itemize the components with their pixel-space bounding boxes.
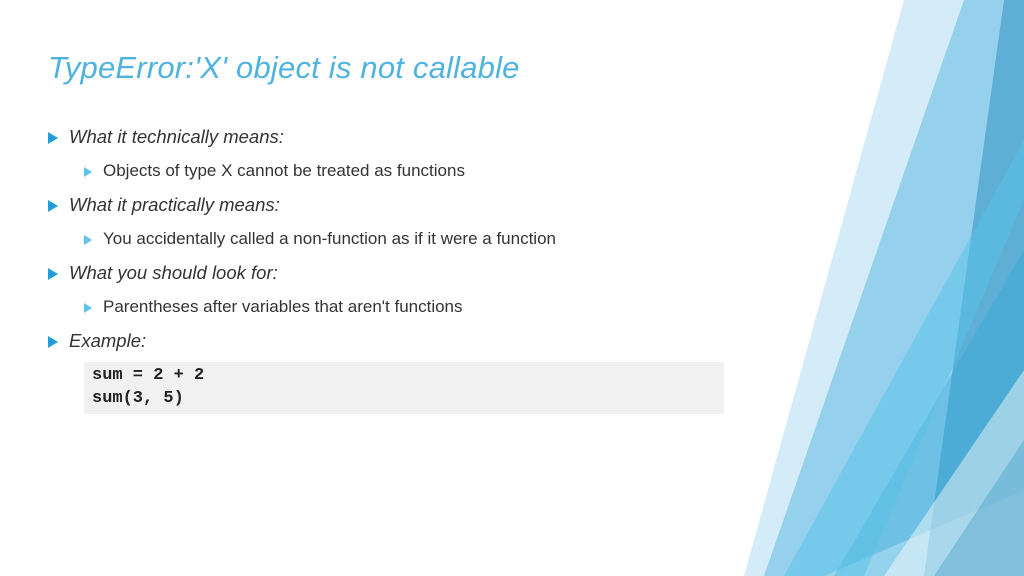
bullet-sub: Objects of type X cannot be treated as f… <box>103 161 465 181</box>
list-item: Objects of type X cannot be treated as f… <box>84 161 712 181</box>
list-item: What it technically means: <box>48 126 712 148</box>
bullet-sub: Parentheses after variables that aren't … <box>103 297 463 317</box>
bullet-heading: What it technically means: <box>69 126 284 148</box>
triangle-bullet-icon <box>48 336 58 348</box>
list-item: Example: <box>48 330 712 352</box>
slide-content: TypeError:'X' object is not callable Wha… <box>0 0 760 444</box>
triangle-bullet-icon <box>84 235 92 245</box>
bullet-sub: You accidentally called a non-function a… <box>103 229 556 249</box>
triangle-bullet-icon <box>84 167 92 177</box>
triangle-bullet-icon <box>48 200 58 212</box>
triangle-bullet-icon <box>48 132 58 144</box>
slide-title: TypeError:'X' object is not callable <box>48 50 712 86</box>
list-item: What it practically means: <box>48 194 712 216</box>
bullet-heading: What it practically means: <box>69 194 280 216</box>
bullet-heading: Example: <box>69 330 146 352</box>
list-item: What you should look for: <box>48 262 712 284</box>
code-example: sum = 2 + 2 sum(3, 5) <box>84 362 724 414</box>
bullet-list: What it technically means: Objects of ty… <box>48 126 712 352</box>
list-item: Parentheses after variables that aren't … <box>84 297 712 317</box>
bullet-heading: What you should look for: <box>69 262 278 284</box>
list-item: You accidentally called a non-function a… <box>84 229 712 249</box>
triangle-bullet-icon <box>48 268 58 280</box>
triangle-bullet-icon <box>84 303 92 313</box>
